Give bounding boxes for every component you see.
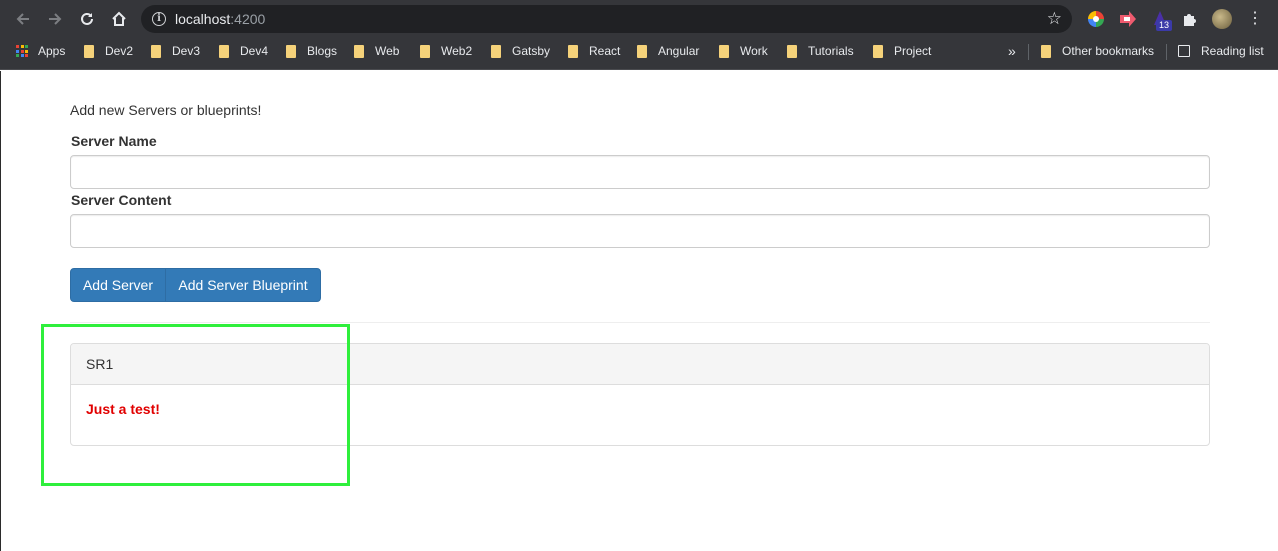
forward-icon[interactable]: [43, 7, 67, 31]
server-name-label: Server Name: [71, 133, 157, 149]
bookmark-label: Web2: [441, 44, 473, 58]
color-wheel-extension-icon[interactable]: [1086, 9, 1106, 29]
bookmark-label: Other bookmarks: [1062, 44, 1155, 58]
folder-icon: [286, 44, 296, 58]
bookmark-label: Project: [894, 44, 932, 58]
bookmark-label: React: [589, 44, 621, 58]
server-content-input[interactable]: [70, 214, 1210, 248]
url-text: localhost:4200: [175, 11, 266, 27]
arrow-extension-icon[interactable]: [1118, 9, 1138, 29]
menu-kebab-icon[interactable]: ⋮: [1245, 9, 1265, 29]
reading-list-button[interactable]: Reading list: [1178, 38, 1264, 64]
bookmark-dev4[interactable]: Dev4: [219, 38, 268, 64]
profile-avatar[interactable]: [1212, 9, 1232, 29]
folder-icon: [219, 44, 229, 58]
bookmark-project[interactable]: Project: [873, 38, 931, 64]
bookmark-label: Web: [375, 44, 400, 58]
bookmark-label: Tutorials: [808, 44, 854, 58]
bookmark-apps[interactable]: Apps: [16, 38, 65, 64]
browser-toolbar: i localhost:4200 ☆ 13 ⋮: [0, 0, 1278, 38]
folder-icon: [568, 44, 578, 58]
folder-icon: [420, 44, 430, 58]
reload-icon[interactable]: [75, 7, 99, 31]
folder-icon: [84, 44, 94, 58]
bookmark-star-icon[interactable]: ☆: [1047, 9, 1062, 29]
extension-badge: 13: [1156, 20, 1173, 31]
apps-grid-icon: [16, 45, 28, 57]
folder-icon: [151, 44, 161, 58]
folder-icon: [637, 44, 647, 58]
bookmark-label: Work: [740, 44, 768, 58]
bookmark-separator: [1166, 44, 1167, 60]
bookmark-web[interactable]: Web: [354, 38, 399, 64]
page-intro: Add new Servers or blueprints!: [70, 102, 262, 118]
back-icon[interactable]: [11, 7, 35, 31]
bookmark-label: Gatsby: [512, 44, 551, 58]
folder-icon: [491, 44, 501, 58]
highlight-box: [41, 324, 350, 486]
bookmark-separator: [1028, 44, 1029, 60]
divider: [70, 322, 1210, 323]
folder-icon: [1041, 44, 1051, 58]
reading-list-icon: [1178, 45, 1190, 57]
site-info-icon[interactable]: i: [152, 12, 166, 26]
server-name-input[interactable]: [70, 155, 1210, 189]
bookmark-label: Reading list: [1201, 44, 1264, 58]
folder-icon: [787, 44, 797, 58]
puzzle-extensions-icon[interactable]: [1181, 9, 1201, 29]
bookmark-dev3[interactable]: Dev3: [151, 38, 200, 64]
bookmark-blogs[interactable]: Blogs: [286, 38, 337, 64]
folder-icon: [719, 44, 729, 58]
bookmark-web2[interactable]: Web2: [420, 38, 472, 64]
bookmark-gatsby[interactable]: Gatsby: [491, 38, 550, 64]
bookmark-label: Dev4: [240, 44, 269, 58]
add-server-blueprint-button[interactable]: Add Server Blueprint: [165, 268, 321, 302]
server-content-label: Server Content: [71, 192, 172, 208]
bookmark-angular[interactable]: Angular: [637, 38, 699, 64]
bookmark-dev2[interactable]: Dev2: [84, 38, 133, 64]
bookmark-label: Angular: [658, 44, 700, 58]
bookmark-other[interactable]: Other bookmarks: [1041, 38, 1154, 64]
bookmark-label: Apps: [38, 44, 66, 58]
bookmark-react[interactable]: React: [568, 38, 620, 64]
folder-icon: [354, 44, 364, 58]
bookmarks-overflow-button[interactable]: »: [1008, 38, 1016, 64]
bookmark-label: Blogs: [307, 44, 338, 58]
bookmark-tutorials[interactable]: Tutorials: [787, 38, 854, 64]
page-content: Add new Servers or blueprints! Server Na…: [0, 71, 1278, 551]
bookmark-label: Dev2: [105, 44, 134, 58]
folder-icon: [873, 44, 883, 58]
home-icon[interactable]: [107, 7, 131, 31]
address-bar[interactable]: i localhost:4200 ☆: [141, 5, 1072, 33]
bookmark-label: Dev3: [172, 44, 201, 58]
add-server-button[interactable]: Add Server: [70, 268, 166, 302]
bookmarks-bar: Apps Dev2 Dev3 Dev4 Blogs Web Web2 Gatsb…: [0, 38, 1278, 70]
bookmark-work[interactable]: Work: [719, 38, 768, 64]
